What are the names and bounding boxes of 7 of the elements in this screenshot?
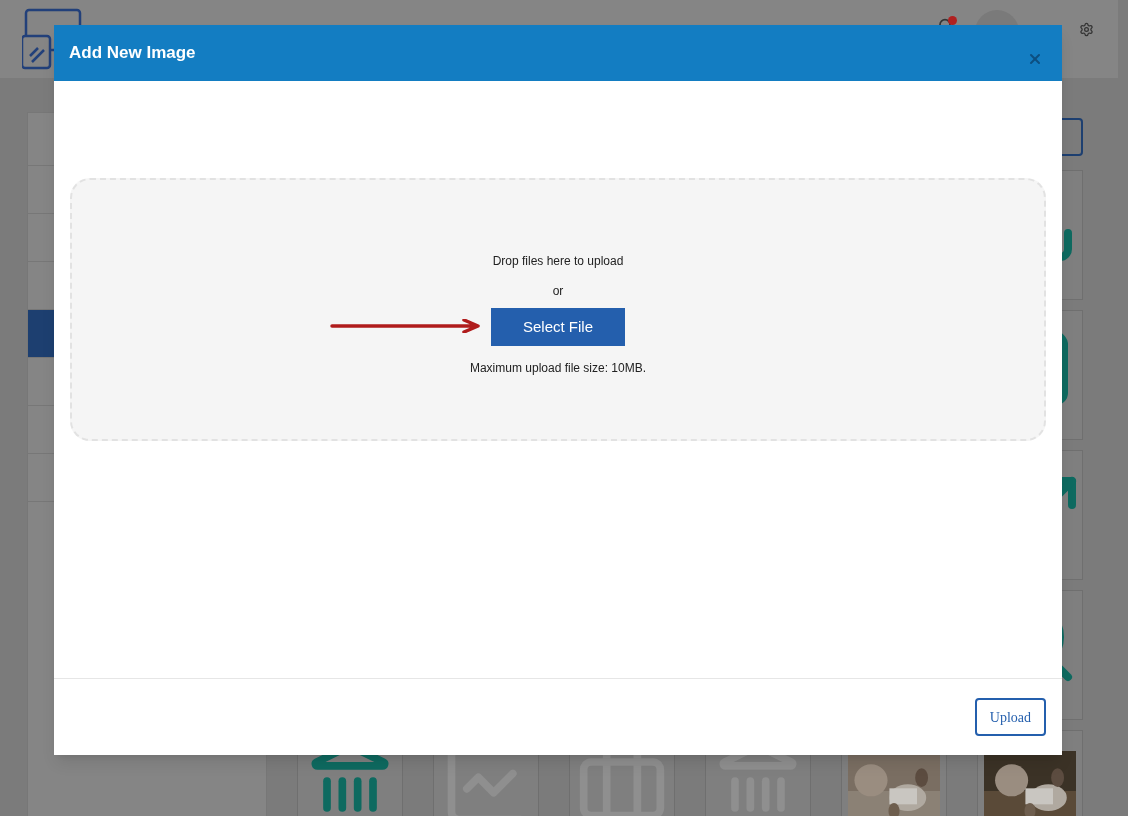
upload-limit-note: Maximum upload file size: 10MB. bbox=[469, 360, 647, 377]
or-text: or bbox=[552, 283, 564, 300]
select-file-button[interactable]: Select File bbox=[491, 308, 625, 346]
upload-button[interactable]: Upload bbox=[974, 698, 1046, 736]
modal-title: Add New Image bbox=[69, 42, 196, 65]
dropzone[interactable]: Drop files here to upload or Select File Maximum upload file size: 10MB. bbox=[70, 178, 1046, 441]
drop-hint: Drop files here to upload bbox=[492, 253, 624, 270]
